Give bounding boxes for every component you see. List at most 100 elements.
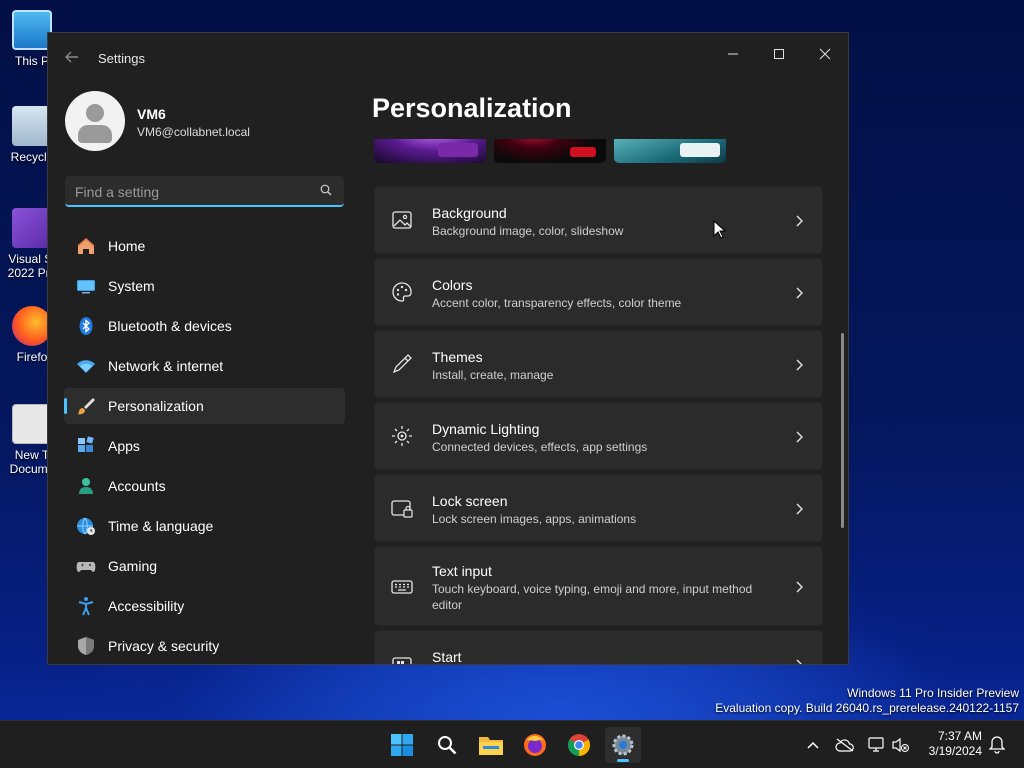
taskbar-file-explorer[interactable] — [473, 727, 509, 763]
visual-studio-icon — [12, 208, 52, 248]
setting-start[interactable]: Start — [374, 630, 823, 665]
bluetooth-icon — [76, 316, 96, 336]
active-app-indicator — [617, 759, 629, 762]
taskbar-clock[interactable]: 7:37 AM 3/19/2024 — [929, 729, 982, 759]
sidebar-item-system[interactable]: System — [64, 268, 345, 304]
close-button[interactable] — [802, 39, 848, 71]
sidebar-item-label: System — [108, 278, 155, 294]
avatar-head-shape — [86, 104, 104, 122]
sidebar-item-label: Apps — [108, 438, 140, 454]
sidebar-item-accounts[interactable]: Accounts — [64, 468, 345, 504]
monitor-icon — [12, 10, 52, 50]
setting-colors[interactable]: Colors Accent color, transparency effect… — [374, 258, 823, 326]
taskbar-chrome[interactable] — [561, 727, 597, 763]
setting-subtitle: Background image, color, slideshow — [432, 224, 624, 238]
sidebar-item-gaming[interactable]: Gaming — [64, 548, 345, 584]
firefox-icon — [12, 306, 52, 346]
chevron-right-icon — [796, 659, 802, 664]
taskbar-settings[interactable] — [605, 727, 641, 763]
sidebar-item-privacy-security[interactable]: Privacy & security — [64, 628, 345, 664]
chevron-right-icon — [796, 431, 803, 443]
globe-clock-icon — [76, 516, 96, 536]
sidebar-item-label: Network & internet — [108, 358, 224, 374]
sidebar-item-home[interactable]: Home — [64, 228, 345, 264]
setting-lock-screen[interactable]: Lock screen Lock screen images, apps, an… — [374, 474, 823, 542]
lighting-icon — [392, 426, 412, 446]
settings-window: Settings VM6 VM6@collabnet.local Home Sy… — [47, 32, 849, 665]
sidebar-item-label: Accessibility — [108, 598, 185, 614]
volume-muted-icon — [892, 737, 909, 753]
folder-icon — [479, 737, 503, 755]
chrome-icon — [568, 734, 590, 756]
shield-icon — [76, 636, 96, 656]
taskbar-firefox[interactable] — [517, 727, 553, 763]
tray-onedrive[interactable] — [835, 735, 855, 755]
sidebar-item-network[interactable]: Network & internet — [64, 348, 345, 384]
theme-accent-swatch — [680, 143, 720, 157]
sidebar-item-label: Bluetooth & devices — [108, 318, 232, 334]
apps-icon — [76, 436, 96, 456]
taskbar-search-button[interactable] — [429, 727, 465, 763]
profile-email: VM6@collabnet.local — [137, 125, 250, 139]
notifications-button[interactable] — [987, 735, 1007, 755]
gear-icon — [612, 734, 634, 756]
sidebar-nav: Home System Bluetooth & devices Network … — [64, 228, 345, 664]
maximize-button[interactable] — [756, 39, 802, 71]
sidebar-item-apps[interactable]: Apps — [64, 428, 345, 464]
setting-text-input[interactable]: Text input Touch keyboard, voice typing,… — [374, 546, 823, 626]
minimize-button[interactable] — [710, 39, 756, 71]
palette-icon — [392, 282, 412, 302]
setting-subtitle: Lock screen images, apps, animations — [432, 512, 637, 526]
image-icon — [392, 211, 412, 229]
windows-logo-icon — [391, 734, 413, 756]
gamepad-icon — [76, 556, 96, 576]
accessibility-icon — [76, 596, 96, 616]
chevron-right-icon — [796, 503, 803, 515]
cloud-offline-icon — [835, 738, 854, 752]
theme-thumbnail[interactable] — [614, 139, 726, 163]
recycle-bin-icon — [12, 106, 52, 146]
app-title: Settings — [98, 51, 145, 66]
theme-thumbnail[interactable] — [374, 139, 486, 163]
setting-background[interactable]: Background Background image, color, slid… — [374, 186, 823, 254]
setting-subtitle: Install, create, manage — [432, 368, 554, 382]
theme-accent-swatch — [438, 143, 478, 157]
setting-title: Colors — [432, 277, 473, 293]
setting-title: Text input — [432, 563, 492, 579]
setting-title: Start — [432, 649, 462, 665]
search-icon[interactable] — [320, 184, 332, 196]
tray-network[interactable] — [867, 735, 887, 755]
sidebar-item-bluetooth[interactable]: Bluetooth & devices — [64, 308, 345, 344]
theme-thumbnail[interactable] — [494, 139, 606, 163]
chevron-right-icon — [796, 215, 803, 227]
home-icon — [76, 236, 96, 256]
setting-dynamic-lighting[interactable]: Dynamic Lighting Connected devices, effe… — [374, 402, 823, 470]
setting-title: Lock screen — [432, 493, 508, 509]
firefox-icon — [524, 734, 546, 756]
sidebar-item-time-language[interactable]: Time & language — [64, 508, 345, 544]
brush-icon — [76, 396, 96, 416]
search-box[interactable] — [65, 176, 344, 207]
tray-volume[interactable] — [891, 735, 911, 755]
setting-themes[interactable]: Themes Install, create, manage — [374, 330, 823, 398]
back-button[interactable] — [64, 49, 82, 67]
clock-date: 3/19/2024 — [928, 744, 982, 758]
chevron-right-icon — [796, 581, 803, 593]
title-bar[interactable]: Settings — [48, 33, 848, 81]
setting-title: Dynamic Lighting — [432, 421, 540, 437]
start-button[interactable] — [384, 727, 420, 763]
setting-title: Background — [432, 205, 507, 221]
settings-list: Background Background image, color, slid… — [374, 186, 823, 665]
avatar[interactable] — [65, 91, 125, 151]
clock-time: 7:37 AM — [937, 729, 982, 743]
sidebar-item-personalization[interactable]: Personalization — [64, 388, 345, 424]
sidebar-item-label: Personalization — [108, 398, 204, 414]
search-input[interactable] — [75, 182, 305, 202]
monitor-icon — [76, 276, 96, 296]
scrollbar[interactable] — [841, 333, 844, 528]
chevron-right-icon — [796, 287, 803, 299]
search-icon — [438, 736, 457, 755]
maximize-icon — [774, 49, 784, 59]
sidebar-item-accessibility[interactable]: Accessibility — [64, 588, 345, 624]
tray-overflow-button[interactable] — [803, 735, 823, 755]
